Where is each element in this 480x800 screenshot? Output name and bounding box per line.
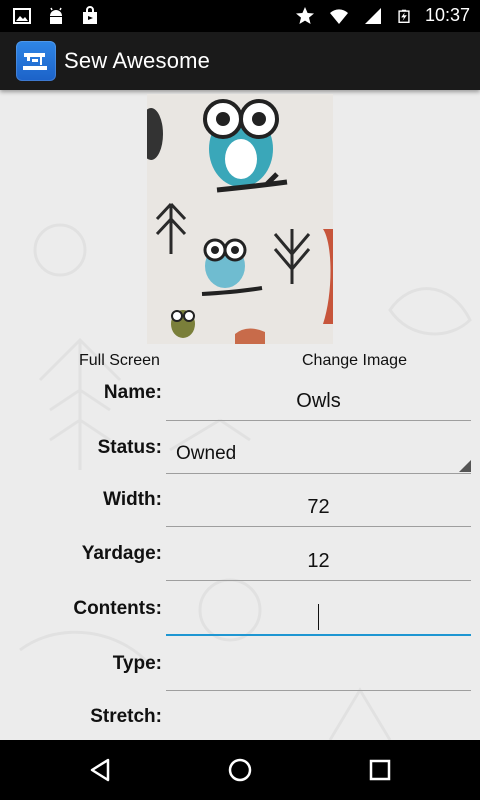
width-value: 72 xyxy=(307,496,330,518)
status-row: Status: Owned xyxy=(0,437,480,491)
contents-row: Contents: xyxy=(0,596,480,650)
owl-fabric-image xyxy=(147,94,333,344)
status-spinner[interactable]: Owned xyxy=(166,439,471,474)
photo-actions: Full Screen Change Image xyxy=(0,352,480,372)
name-row: Name: Owls xyxy=(0,382,480,436)
shopping-bag-icon xyxy=(83,6,97,24)
status-label: Status: xyxy=(97,437,162,458)
yardage-row: Yardage: 12 xyxy=(0,541,480,595)
dropdown-arrow-icon xyxy=(459,460,471,472)
image-icon xyxy=(13,8,31,24)
sewing-machine-icon[interactable] xyxy=(16,41,56,81)
action-bar: Sew Awesome xyxy=(0,32,480,90)
type-row: Type: xyxy=(0,651,480,705)
star-icon xyxy=(295,6,314,24)
recents-icon[interactable] xyxy=(366,756,394,784)
signal-icon xyxy=(364,7,381,24)
name-value: Owls xyxy=(296,390,341,412)
type-field[interactable] xyxy=(166,656,471,691)
status-value: Owned xyxy=(176,443,237,464)
home-icon[interactable] xyxy=(226,756,254,784)
status-bar: 10:37 xyxy=(0,0,480,32)
back-icon[interactable] xyxy=(86,756,114,784)
yardage-label: Yardage: xyxy=(81,543,162,564)
text-cursor xyxy=(318,604,319,630)
stretch-label: Stretch: xyxy=(90,706,162,727)
name-label: Name: xyxy=(103,382,162,403)
name-field[interactable]: Owls xyxy=(166,386,471,421)
width-label: Width: xyxy=(103,489,162,510)
full-screen-button[interactable]: Full Screen xyxy=(79,352,160,370)
wifi-icon xyxy=(329,8,348,24)
android-icon xyxy=(50,7,62,24)
contents-label: Contents: xyxy=(73,598,162,619)
width-row: Width: 72 xyxy=(0,487,480,541)
stretch-row: Stretch: xyxy=(0,704,480,734)
navigation-bar xyxy=(0,740,480,800)
clock: 10:37 xyxy=(424,5,470,25)
app-title: Sew Awesome xyxy=(64,48,211,73)
type-label: Type: xyxy=(112,653,162,674)
fabric-photo[interactable] xyxy=(147,94,333,344)
battery-charging-icon xyxy=(398,9,410,23)
width-field[interactable]: 72 xyxy=(166,492,471,527)
yardage-field[interactable]: 12 xyxy=(166,546,471,581)
contents-field[interactable] xyxy=(166,600,471,636)
yardage-value: 12 xyxy=(307,550,330,572)
change-image-button[interactable]: Change Image xyxy=(302,352,407,370)
